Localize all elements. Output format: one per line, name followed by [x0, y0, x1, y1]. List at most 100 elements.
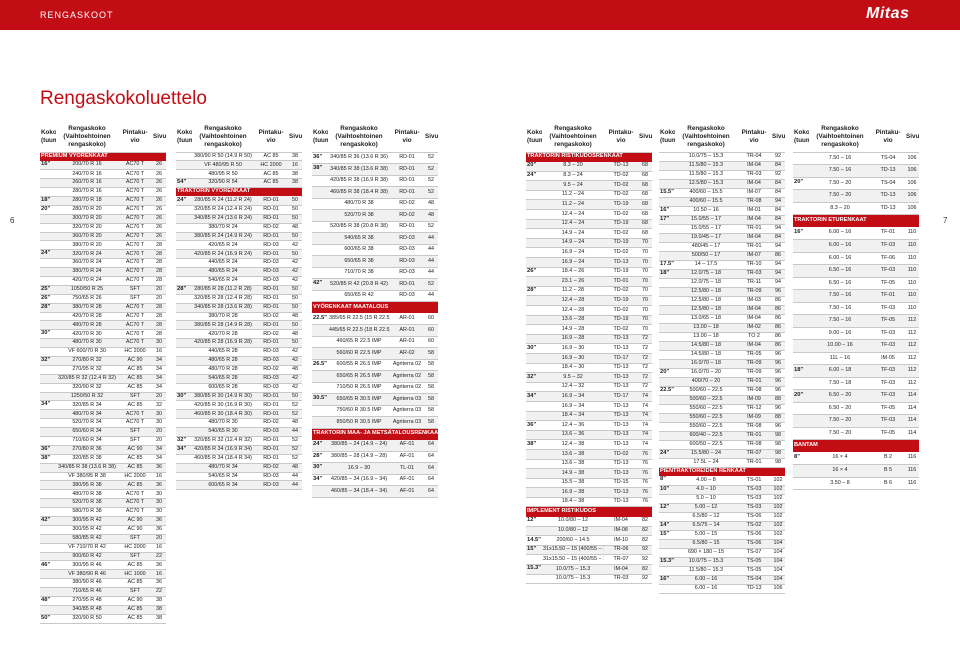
- table-row: 320/85 R 24 (12.4 R 24) RD-01 50: [176, 205, 302, 215]
- rim-size: [40, 525, 56, 535]
- table-row: 30" 380/85 R 30 (14.9 R 30) RD-01 50: [176, 392, 302, 402]
- rim-size: 15": [659, 530, 675, 540]
- tread-pattern: TD-13: [604, 420, 638, 431]
- rim-size: 16": [659, 206, 675, 216]
- table-row: 480/70 R 38 RD-02 48: [312, 198, 438, 210]
- page-ref: 86: [771, 305, 785, 315]
- tread-pattern: TD-13: [604, 411, 638, 422]
- table-row: 460/85 R 34 (18.4 R 34) RD-01 52: [176, 454, 302, 464]
- tyre-size: 13.6 – 28: [542, 315, 604, 326]
- rim-size: 26": [40, 294, 56, 304]
- table-row: 420/85 R 38 (16.9 R 38) RD-01 52: [312, 175, 438, 187]
- rim-size: [40, 605, 56, 615]
- tread-pattern: TF-03: [871, 364, 905, 378]
- tread-pattern: RD-01: [254, 338, 288, 349]
- tyre-size: 15.0/55 – 17: [675, 224, 737, 234]
- table-row: 300/70 R 20 AC70 T 26: [40, 214, 166, 224]
- rim-size: [659, 152, 675, 162]
- tyre-size: 540/65 R 38: [328, 232, 390, 245]
- page-ref: 74: [638, 411, 652, 422]
- table-row: 480/70 R 28 AC70 T 28: [40, 320, 166, 331]
- page-ref: 52: [288, 454, 302, 464]
- tread-pattern: IM-05: [871, 352, 905, 365]
- table-row: 24" 320/70 R 24 AC70 T 28: [40, 249, 166, 260]
- page-ref: 74: [638, 391, 652, 402]
- rim-size: [659, 548, 675, 558]
- tyre-size: 260/70 R 16: [56, 178, 118, 189]
- table-row: 520/70 R 38 AC70 T 30: [40, 498, 166, 509]
- tread-pattern: TR-01: [737, 458, 771, 468]
- tread-pattern: AF-01: [390, 474, 424, 486]
- rim-size: [659, 242, 675, 252]
- tread-pattern: RD-01: [390, 152, 424, 164]
- tread-pattern: RD-01: [390, 221, 424, 233]
- page-ref: 70: [638, 247, 652, 259]
- table-row: 6.50 – 16 TF-03 110: [793, 264, 919, 278]
- page-ref: 16: [152, 543, 166, 553]
- rim-size: [793, 189, 809, 203]
- tread-pattern: TD-02: [604, 171, 638, 182]
- rim-size: [526, 257, 542, 268]
- tyre-size: 400/60 – 15.5: [675, 188, 737, 198]
- table-row: 380/70 R 20 AC70 T 28: [40, 240, 166, 251]
- table-row: 420/70 R 28 RD-02 48: [176, 329, 302, 340]
- tread-pattern: AC70 T: [118, 338, 152, 349]
- rim-size: [40, 498, 56, 509]
- header-pattern: Pintaku-vio: [737, 122, 771, 153]
- page-ref: 96: [771, 368, 785, 378]
- rim-size: [176, 214, 192, 224]
- table-row: 7.50 – 16 TF-05 112: [793, 314, 919, 328]
- page-ref: 82: [638, 564, 652, 575]
- tread-pattern: HC 1000: [118, 569, 152, 580]
- table-row: 32" 270/80 R 32 AC 90 34: [40, 356, 166, 366]
- tyre-size: 550/60 – 22.5: [675, 422, 737, 432]
- tread-pattern: AC 85: [254, 178, 288, 189]
- tread-pattern: AR-02: [390, 347, 424, 360]
- tread-pattern: RD-01: [254, 409, 288, 420]
- table-row: 16" 6.00 – 16 TS-04 104: [659, 575, 785, 585]
- tread-pattern: TS-02: [737, 521, 771, 531]
- section-label: BANTAM: [793, 439, 919, 452]
- tread-pattern: TD-13: [604, 487, 638, 498]
- page-ref: 84: [771, 179, 785, 189]
- rim-size: 28": [312, 451, 328, 463]
- page-ref: 58: [424, 393, 438, 406]
- page-ref: 72: [638, 372, 652, 383]
- table-row: 260/70 R 16 AC70 T 26: [40, 178, 166, 189]
- tyre-size: VF 380/90 R 46: [56, 569, 118, 580]
- table-row: 380/70 R 28 RD-02 48: [176, 312, 302, 322]
- tread-pattern: TF-03: [871, 339, 905, 353]
- tyre-size: 10.0/75 – 15.3: [675, 152, 737, 162]
- tyre-size: 12.4 – 24: [542, 209, 604, 220]
- tyre-size: 12.5/80 – 18: [675, 296, 737, 306]
- rim-size: [176, 400, 192, 411]
- header-page: Sivu: [771, 122, 785, 153]
- rim-size: 28": [176, 285, 192, 295]
- page-ref: 96: [771, 350, 785, 360]
- tread-pattern: RD-01: [254, 392, 288, 402]
- tread-pattern: RD-03: [254, 427, 288, 437]
- rim-size: [176, 232, 192, 242]
- page-ref: 86: [771, 332, 785, 342]
- tyre-size: 320/85 R 28 (12.4 R 28): [192, 294, 254, 304]
- page-number-left: 6: [10, 216, 15, 225]
- tyre-size: 320/85 R 24 (12.4 R 24): [192, 205, 254, 215]
- page-ref: 86: [771, 314, 785, 324]
- tyre-size: 6.00 – 16: [675, 584, 737, 594]
- tyre-size: 320/70 R 20: [56, 223, 118, 233]
- rim-size: [312, 255, 328, 268]
- page-ref: 74: [638, 401, 652, 412]
- size-table: Koko (tuuma)Rengaskoko (Vaihtoehtoinen r…: [40, 122, 166, 624]
- tyre-size: 520/70 R 38: [328, 209, 390, 222]
- rim-size: [312, 232, 328, 245]
- table-row: 6.50 – 16 TF-05 110: [793, 277, 919, 290]
- page-ref: 34: [152, 356, 166, 366]
- rim-size: [526, 353, 542, 364]
- rim-size: [793, 377, 809, 390]
- rim-size: 15.5": [659, 188, 675, 198]
- rim-size: [659, 350, 675, 360]
- table-row: 28" 380/85 – 28 (14.9 – 28) AF-01 64: [312, 451, 438, 463]
- table-row: 12.0/75 – 18 TR-11 94: [659, 278, 785, 288]
- section-header: PIENTRAKTOREIDEN RENKAAT: [659, 467, 785, 476]
- tread-pattern: AC70 T: [118, 303, 152, 313]
